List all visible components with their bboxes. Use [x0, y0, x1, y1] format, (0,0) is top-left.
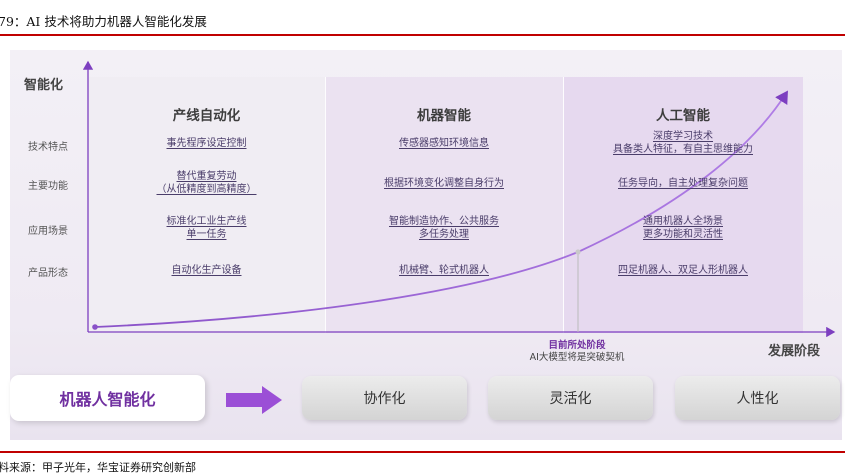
- growth-curve: [94, 90, 788, 328]
- right-arrow-icon: [226, 386, 282, 414]
- step-humanization: 人性化: [675, 376, 840, 420]
- cell-product-automation: 自动化生产设备: [171, 265, 242, 276]
- cell-scenario-machine: 智能制造协作、公共服务 多任务处理: [389, 216, 499, 240]
- column-title-ai: 人工智能: [656, 108, 710, 124]
- row-label-product: 产品形态: [28, 268, 68, 279]
- footer-rule: [0, 451, 845, 453]
- column-title-machine-intelligence: 机器智能: [417, 108, 471, 124]
- row-label-function: 主要功能: [28, 181, 68, 192]
- robot-intelligence-box: 机器人智能化: [10, 375, 205, 421]
- y-axis-label: 智能化: [24, 78, 64, 93]
- curve-start-dot: [92, 324, 98, 330]
- row-label-scenario: 应用场景: [28, 226, 68, 237]
- cell-tech-machine: 传感器感知环境信息: [399, 138, 489, 149]
- cell-tech-ai: 深度学习技术 具备类人特征，有自主思维能力: [613, 131, 753, 155]
- cell-product-machine: 机械臂、轮式机器人: [399, 265, 489, 276]
- source-note: 料来源：甲子光年，华宝证券研究创新部: [0, 461, 196, 474]
- stage-marker-dot: [575, 249, 581, 255]
- current-stage-subtitle: AI大模型将是突破契机: [529, 352, 625, 363]
- cell-function-automation: 替代重复劳动 （从低精度到高精度）: [156, 171, 257, 195]
- step-collaboration: 协作化: [302, 376, 467, 420]
- x-axis-label: 发展阶段: [768, 344, 821, 359]
- row-label-tech: 技术特点: [28, 142, 68, 153]
- cell-product-ai: 四足机器人、双足人形机器人: [618, 265, 748, 276]
- cell-scenario-ai: 通用机器人全场景 更多功能和灵活性: [643, 216, 723, 240]
- cell-function-machine: 根据环境变化调整自身行为: [384, 178, 504, 189]
- cell-function-ai: 任务导向，自主处理复杂问题: [618, 178, 748, 189]
- step-flexibility: 灵活化: [488, 376, 653, 420]
- cell-scenario-automation: 标准化工业生产线 单一任务: [166, 216, 247, 240]
- cell-tech-automation: 事先程序设定控制: [166, 138, 247, 149]
- column-title-automation: 产线自动化: [172, 108, 241, 124]
